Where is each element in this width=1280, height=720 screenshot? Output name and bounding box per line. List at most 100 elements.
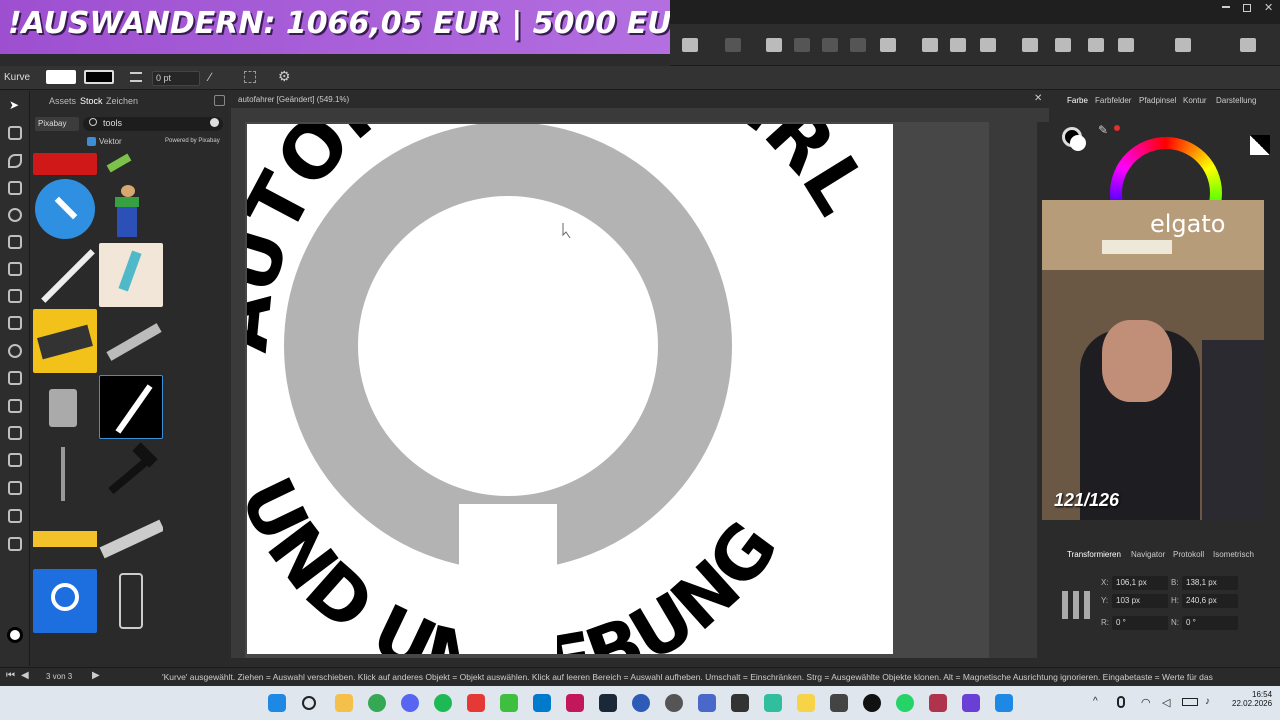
asset-thumb[interactable] — [99, 153, 163, 175]
app-7-icon[interactable] — [929, 694, 947, 712]
vscode-icon[interactable] — [533, 694, 551, 712]
source-select[interactable]: Pixabay — [35, 117, 79, 131]
pressure-icon[interactable]: ∕ — [209, 70, 211, 84]
chatgpt-icon[interactable] — [863, 694, 881, 712]
clear-search-icon[interactable] — [210, 118, 219, 127]
spotify-icon[interactable] — [434, 694, 452, 712]
transform-2-icon[interactable] — [950, 38, 966, 52]
asset-thumb[interactable] — [33, 309, 97, 373]
tab-protokoll[interactable]: Protokoll — [1173, 550, 1204, 559]
tab-zeichen[interactable]: Zeichen — [106, 96, 138, 106]
flip-icon[interactable] — [1088, 38, 1104, 52]
asset-thumb[interactable] — [33, 441, 97, 505]
arrange-4-icon[interactable] — [850, 38, 866, 52]
explorer-icon[interactable] — [335, 694, 353, 712]
tab-farbe[interactable]: Farbe — [1067, 96, 1088, 105]
shape-tool-icon[interactable] — [8, 344, 22, 358]
zoom-tool-icon[interactable] — [8, 453, 22, 467]
mic-icon[interactable] — [1117, 696, 1125, 708]
stroke-style-icon[interactable] — [130, 72, 142, 82]
search-input[interactable]: tools — [83, 117, 223, 131]
boolean-icon[interactable] — [880, 38, 896, 52]
app-9-icon[interactable] — [995, 694, 1013, 712]
document-tab[interactable]: autofahrer [Geändert] (549.1%) ✕ — [231, 91, 1049, 108]
prev-page-icon[interactable]: ◀ — [21, 670, 29, 681]
transparency-tool-icon[interactable] — [8, 371, 22, 385]
discord-icon[interactable] — [401, 694, 419, 712]
search-taskbar-icon[interactable] — [302, 696, 316, 710]
app-6-icon[interactable] — [830, 694, 848, 712]
next-page-icon[interactable]: ▶ — [92, 670, 100, 681]
panel-menu-icon[interactable] — [214, 95, 225, 106]
geometry-icon[interactable] — [1118, 38, 1134, 52]
artboard-tool-icon[interactable] — [8, 126, 22, 140]
close-document-icon[interactable]: ✕ — [1034, 93, 1042, 104]
text-tool-icon[interactable] — [8, 481, 22, 495]
anchor-grid-icon[interactable] — [1062, 591, 1090, 619]
stroke-width-field[interactable]: 0 pt — [152, 71, 200, 86]
artboard[interactable]: AUTOFAHRERVERL UND UMGEBUNG — [247, 124, 893, 654]
asset-thumb[interactable] — [99, 243, 163, 307]
first-page-icon[interactable]: ⏮ — [6, 670, 15, 681]
asset-thumb[interactable] — [33, 507, 97, 571]
asset-thumb-selected[interactable] — [99, 375, 163, 439]
align-icon[interactable] — [682, 38, 698, 52]
layers-icon[interactable] — [1175, 38, 1191, 52]
width-field[interactable]: 138,1 px — [1182, 576, 1238, 590]
swap-colors-icon[interactable] — [1250, 135, 1270, 155]
x-field[interactable]: 106,1 px — [1112, 576, 1168, 590]
node-tool-icon[interactable] — [8, 154, 22, 168]
crop-tool-icon[interactable] — [8, 399, 22, 413]
tab-transformieren[interactable]: Transformieren — [1067, 550, 1121, 559]
maximize-icon[interactable] — [1243, 4, 1251, 12]
asset-thumb[interactable] — [99, 309, 163, 373]
snap-icon[interactable] — [1022, 38, 1038, 52]
settings-2-icon[interactable] — [1240, 38, 1256, 52]
app-5-icon[interactable] — [764, 694, 782, 712]
rotation-field[interactable]: 0 ° — [1112, 616, 1168, 630]
tab-darstellung[interactable]: Darstellung — [1216, 96, 1256, 105]
asset-thumb[interactable] — [33, 153, 97, 175]
tab-isometrisch[interactable]: Isometrisch — [1213, 550, 1254, 559]
stamp-tool-icon[interactable] — [8, 537, 22, 551]
color-well-icon[interactable] — [7, 627, 23, 643]
notes-icon[interactable] — [797, 694, 815, 712]
arrange-2-icon[interactable] — [794, 38, 810, 52]
height-field[interactable]: 240,6 px — [1182, 594, 1238, 608]
minimize-icon[interactable] — [1222, 6, 1230, 8]
tab-stock[interactable]: Stock — [80, 96, 103, 106]
fill-swatch[interactable] — [46, 70, 76, 84]
pencil-tool-icon[interactable] — [8, 262, 22, 276]
asset-thumb[interactable] — [99, 441, 163, 505]
pen-tool-icon[interactable] — [8, 235, 22, 249]
whatsapp-icon[interactable] — [896, 694, 914, 712]
tab-pfadpinsel[interactable]: Pfadpinsel — [1139, 96, 1176, 105]
vector-checkbox[interactable] — [87, 137, 96, 146]
notifications-icon[interactable]: ♪ — [1205, 696, 1210, 707]
app-icon[interactable] — [467, 694, 485, 712]
knife-tool-icon[interactable] — [8, 208, 22, 222]
brush-tool-icon[interactable] — [8, 289, 22, 303]
snap-2-icon[interactable] — [1055, 38, 1071, 52]
wifi-icon[interactable]: ◠ — [1141, 696, 1151, 709]
stroke-swatch[interactable] — [84, 70, 114, 84]
asset-thumb[interactable] — [33, 177, 97, 241]
y-field[interactable]: 103 px — [1112, 594, 1168, 608]
asset-thumb[interactable] — [33, 243, 97, 307]
close-window-icon[interactable]: ✕ — [1264, 1, 1273, 14]
asset-thumb[interactable] — [99, 177, 163, 241]
affinity-designer-icon[interactable] — [500, 694, 518, 712]
logo-artwork[interactable]: AUTOFAHRERVERL UND UMGEBUNG — [247, 124, 893, 654]
tab-navigator[interactable]: Navigator — [1131, 550, 1165, 559]
arrange-icon[interactable] — [766, 38, 782, 52]
image-tool-icon[interactable] — [8, 426, 22, 440]
battery-icon[interactable] — [1182, 698, 1198, 706]
tab-assets[interactable]: Assets — [49, 96, 76, 106]
steam-icon[interactable] — [599, 694, 617, 712]
shear-field[interactable]: 0 ° — [1182, 616, 1238, 630]
grid-icon[interactable] — [244, 71, 256, 83]
ring-shape[interactable] — [284, 124, 732, 570]
asset-thumb[interactable] — [33, 569, 97, 633]
chrome-icon[interactable] — [368, 694, 386, 712]
move-tool-icon[interactable]: ➤ — [9, 98, 19, 112]
